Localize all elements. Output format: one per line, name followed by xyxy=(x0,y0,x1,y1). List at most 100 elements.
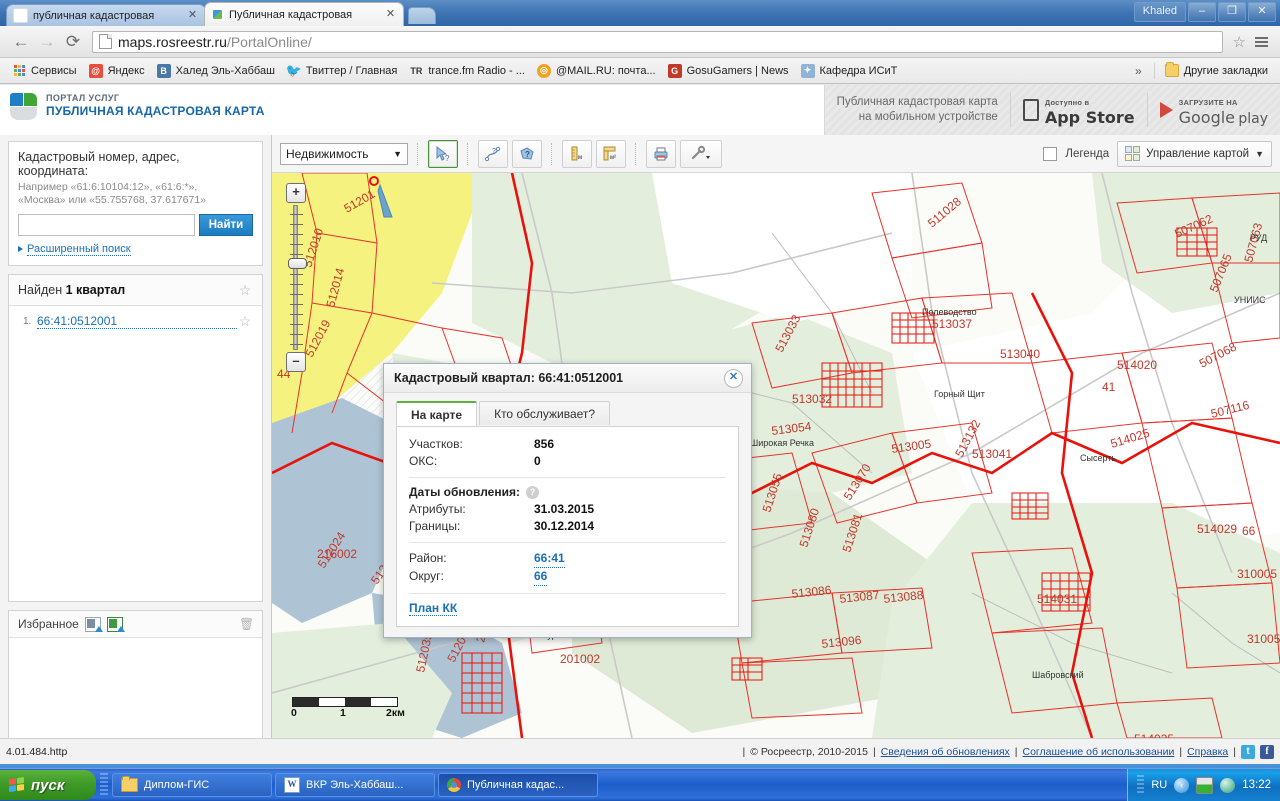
layer-select[interactable]: Недвижимость ▼ xyxy=(280,142,408,165)
tray-grip[interactable] xyxy=(1137,775,1145,795)
scale-bar-graphic xyxy=(292,697,398,707)
start-button[interactable]: пуск xyxy=(0,770,96,800)
address-bar[interactable]: maps.rosreestr.ru/PortalOnline/ xyxy=(92,30,1223,53)
page-content: ПОРТАЛ УСЛУГ ПУБЛИЧНАЯ КАДАСТРОВАЯ КАРТА… xyxy=(0,85,1280,755)
twitter-icon: 🐦 xyxy=(285,62,302,78)
search-button[interactable]: Найти xyxy=(199,214,253,236)
bookmark-star-icon[interactable]: ☆ xyxy=(1229,33,1250,51)
export-xls-icon[interactable] xyxy=(84,616,103,632)
polygon-query-tool[interactable]: ? xyxy=(512,139,542,168)
district-link[interactable]: 66:41 xyxy=(534,550,565,568)
row-key: Район: xyxy=(409,551,447,565)
bookmark-yandex[interactable]: @ Яндекс xyxy=(83,61,151,81)
close-icon[interactable]: ✕ xyxy=(724,368,743,388)
bookmark-apps[interactable]: Сервисы xyxy=(6,61,83,81)
browser-tab-1[interactable]: Я публичная кадастровая ✕ xyxy=(6,4,206,26)
bookmark-gosugamers[interactable]: G GosuGamers | News xyxy=(662,61,795,81)
word-icon: W xyxy=(284,777,300,793)
app-store-badge[interactable]: Доступно в App Store xyxy=(1009,93,1147,127)
measure-length-tool[interactable]: м xyxy=(562,139,592,168)
footer-link-updates[interactable]: Сведения об обновлениях xyxy=(881,746,1010,758)
close-icon[interactable]: ✕ xyxy=(186,9,199,22)
bookmark-trancefm[interactable]: TR trance.fm Radio - ... xyxy=(403,61,531,81)
help-icon[interactable]: ? xyxy=(525,485,539,499)
taskbar-item-chrome[interactable]: Публичная кадас... xyxy=(438,773,598,797)
minimize-button[interactable]: – xyxy=(1188,2,1216,22)
back-icon[interactable]: ← xyxy=(8,29,34,55)
facebook-icon[interactable]: f xyxy=(1260,744,1274,759)
bookmark-twitter[interactable]: 🐦 Твиттер / Главная xyxy=(281,61,403,81)
close-icon[interactable]: ✕ xyxy=(384,8,397,21)
close-button[interactable]: ✕ xyxy=(1248,2,1276,22)
print-tool[interactable] xyxy=(646,139,676,168)
forward-icon[interactable]: → xyxy=(34,29,60,55)
map-place-label: Горный Щит xyxy=(934,389,985,399)
map-label: 513041 xyxy=(972,447,1012,461)
taskbar-item-word[interactable]: W ВКР Эль-Хаббаш... xyxy=(275,773,435,797)
footer-link-help[interactable]: Справка xyxy=(1187,746,1228,758)
legend-checkbox[interactable] xyxy=(1043,146,1058,161)
new-tab-button[interactable] xyxy=(408,7,436,24)
reload-icon[interactable]: ⟳ xyxy=(60,29,86,55)
trash-icon[interactable]: 🗑 xyxy=(239,617,254,631)
zoom-slider-rail[interactable] xyxy=(288,205,307,350)
site-footer: 4.01.484.http | © Росреестр, 2010-2015 |… xyxy=(0,738,1280,764)
window-controls: Khaled – ❐ ✕ xyxy=(1133,2,1276,22)
footer-separator: | xyxy=(1233,745,1236,758)
chevron-down-icon: ▼ xyxy=(393,148,402,159)
map-canvas[interactable]: 5120105120145120195120245120275120355120… xyxy=(272,173,1280,738)
polyline-query-tool[interactable]: ? xyxy=(478,139,508,168)
other-bookmarks-folder[interactable]: Другие закладки xyxy=(1159,61,1274,81)
permalink-tool[interactable] xyxy=(680,139,722,168)
bookmarks-overflow-icon[interactable]: » xyxy=(1127,64,1150,78)
url-text: maps.rosreestr.ru/PortalOnline/ xyxy=(118,34,312,50)
google-play-badge[interactable]: ЗАГРУЗИТЕ НА Google play xyxy=(1146,93,1280,127)
footer-link-agreement[interactable]: Соглашение об использовании xyxy=(1023,746,1175,758)
plan-kk-link[interactable]: План КК xyxy=(409,601,458,616)
bookmark-mailru[interactable]: ◎ @MAIL.RU: почта... xyxy=(531,61,662,81)
taskbar-item-diplom[interactable]: Диплом-ГИС xyxy=(112,773,272,797)
okrug-link[interactable]: 66 xyxy=(534,568,548,586)
star-icon[interactable]: ☆ xyxy=(237,314,253,329)
left-sidebar: Кадастровый номер, адрес, координата: На… xyxy=(0,135,272,755)
clock[interactable]: 13:22 xyxy=(1242,779,1271,791)
user-profile-button[interactable]: Khaled xyxy=(1133,2,1186,22)
toolbar-divider xyxy=(417,142,419,165)
chrome-menu-icon[interactable] xyxy=(1250,36,1272,47)
map-label: 41 xyxy=(1102,380,1116,394)
bookmarks-divider xyxy=(1153,62,1155,79)
printer-icon xyxy=(654,147,668,160)
twitter-icon[interactable]: t xyxy=(1241,744,1255,759)
search-input[interactable] xyxy=(18,214,195,236)
list-item-link[interactable]: 66:41:0512001 xyxy=(37,314,237,329)
zoom-slider-thumb[interactable] xyxy=(288,258,307,269)
bookmark-kafedra[interactable]: ✦ Кафедра ИСиТ xyxy=(795,61,904,81)
zoom-in-button[interactable]: + xyxy=(286,183,306,203)
taskbar-grip[interactable] xyxy=(100,773,108,797)
zoom-out-button[interactable]: – xyxy=(286,352,306,372)
legend-label[interactable]: Легенда xyxy=(1065,148,1109,160)
tray-network-icon[interactable] xyxy=(1220,777,1236,793)
maximize-button[interactable]: ❐ xyxy=(1218,2,1246,22)
footer-separator: | xyxy=(1014,745,1018,758)
tray-expand-icon[interactable]: ‹ xyxy=(1174,777,1190,793)
browser-tab-2[interactable]: Публичная кадастровая ✕ xyxy=(204,2,404,26)
copyright-label: © Росреестр, 2010-2015 xyxy=(750,745,868,758)
row-key: Округ: xyxy=(409,569,444,583)
star-icon[interactable]: ☆ xyxy=(237,282,253,298)
list-item[interactable]: 1. 66:41:0512001 ☆ xyxy=(9,306,262,329)
map-label: 310005 xyxy=(1237,567,1277,581)
map-control-dropdown[interactable]: Управление картой ▼ xyxy=(1117,140,1272,167)
info-cursor-tool[interactable]: ? xyxy=(428,139,458,168)
site-logo[interactable]: ПОРТАЛ УСЛУГ ПУБЛИЧНАЯ КАДАСТРОВАЯ КАРТА xyxy=(10,93,265,121)
measure-area-tool[interactable]: м² xyxy=(596,139,626,168)
tray-battery-icon[interactable] xyxy=(1196,776,1214,794)
tab-on-map[interactable]: На карте xyxy=(396,401,478,426)
zoom-control[interactable]: + – xyxy=(286,183,307,372)
advanced-search-link[interactable]: Расширенный поиск xyxy=(18,243,253,256)
divider xyxy=(409,542,726,543)
tab-who-serves[interactable]: Кто обслуживает? xyxy=(479,401,611,425)
export-xls-green-icon[interactable] xyxy=(106,616,125,632)
language-indicator[interactable]: RU xyxy=(1151,779,1167,791)
bookmark-vk[interactable]: B Халед Эль-Хаббаш xyxy=(151,61,281,81)
